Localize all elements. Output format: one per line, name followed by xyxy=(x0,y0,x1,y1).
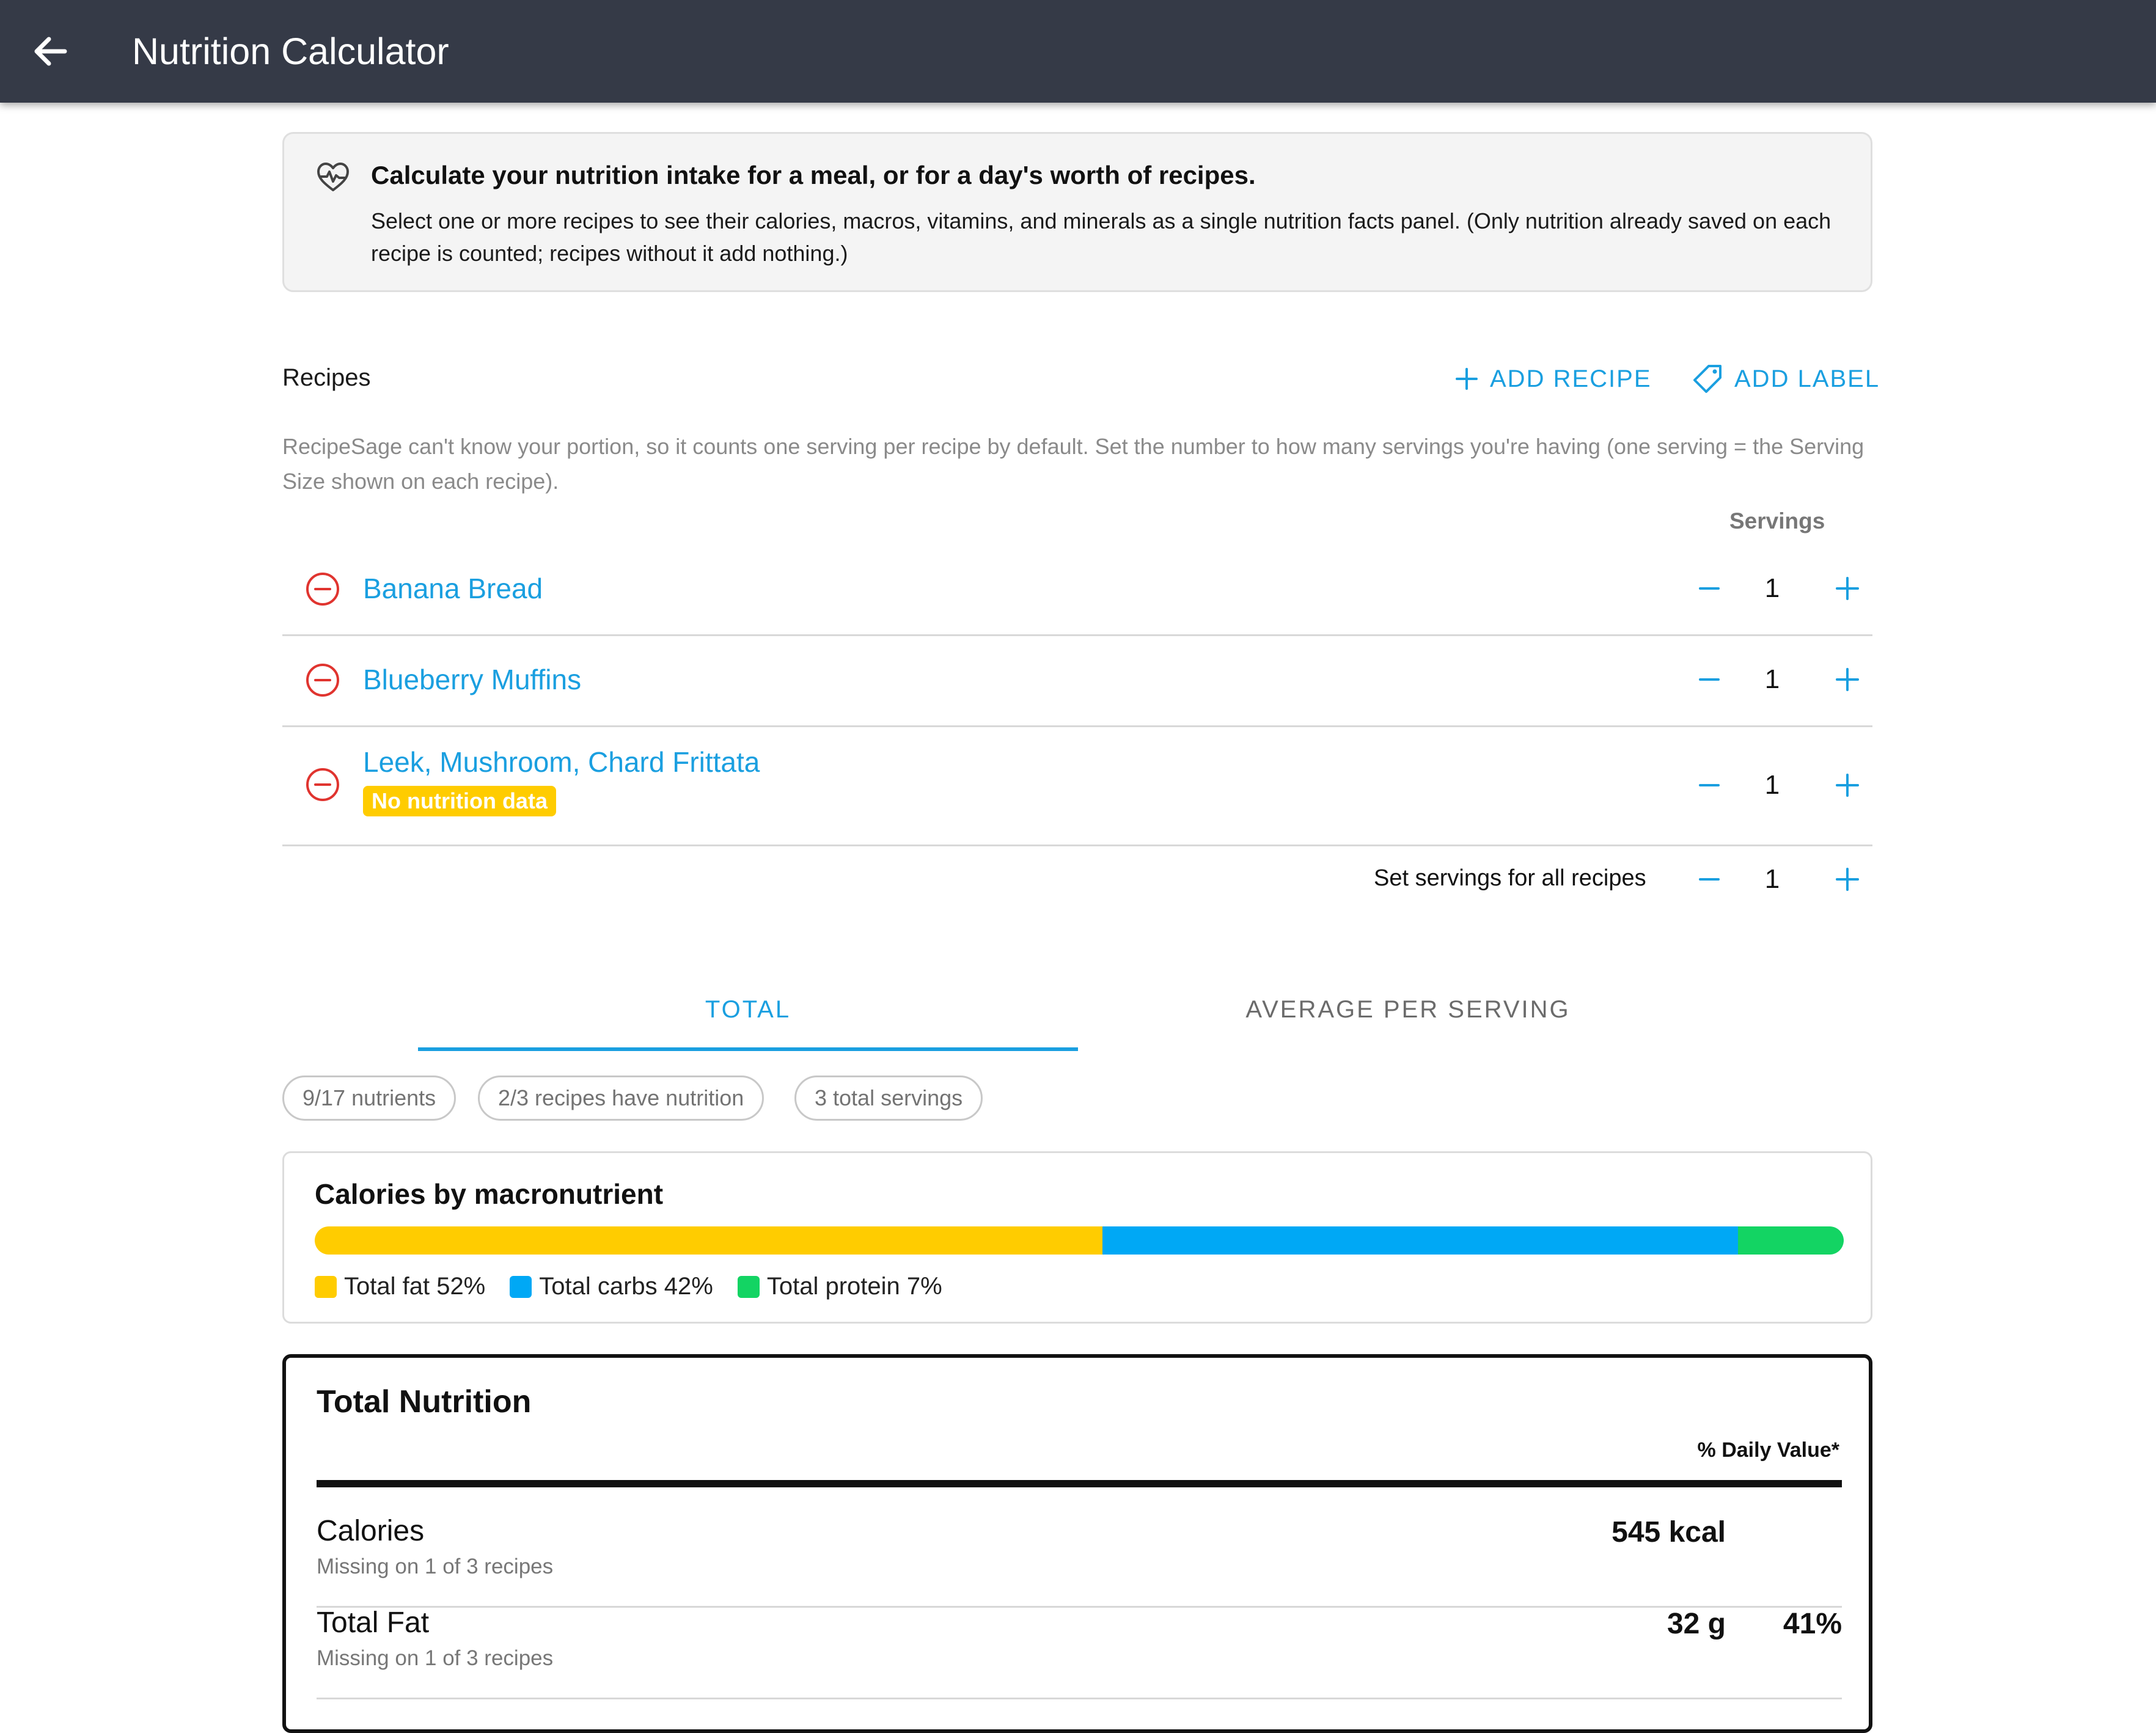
arrow-left-icon xyxy=(34,37,67,66)
recipes-nutrition-chip: 2/3 recipes have nutrition xyxy=(478,1075,765,1121)
all-servings-value[interactable]: 1 xyxy=(1754,864,1791,895)
recipes-label: Recipes xyxy=(282,364,371,391)
servings-header: Servings xyxy=(1729,508,1825,533)
add-label-text: ADD LABEL xyxy=(1734,365,1880,392)
tag-icon xyxy=(1693,365,1722,393)
info-heading: Calculate your nutrition intake for a me… xyxy=(371,161,1256,189)
add-recipe-button[interactable]: ADD RECIPE xyxy=(1454,361,1652,397)
plus-icon[interactable] xyxy=(1832,770,1863,801)
plus-icon[interactable] xyxy=(1832,573,1863,604)
carbs-swatch xyxy=(510,1275,532,1298)
macro-title: Calories by macronutrient xyxy=(315,1178,664,1210)
facts-title: Total Nutrition xyxy=(317,1384,532,1420)
tab-total[interactable]: TOTAL xyxy=(418,990,1078,1051)
recipe-row: Blueberry Muffins 1 xyxy=(282,636,1872,727)
remove-circle-icon[interactable] xyxy=(304,766,341,803)
legend-protein: Total protein 7% xyxy=(737,1273,942,1300)
legend-carbs-label: Total carbs 42% xyxy=(539,1273,713,1300)
servings-value[interactable]: 1 xyxy=(1754,770,1791,801)
macro-bar xyxy=(315,1226,1844,1255)
fact-amount: 545 kcal xyxy=(1612,1516,1726,1548)
recipe-name-link[interactable]: Leek, Mushroom, Chard Frittata xyxy=(363,746,760,779)
carbs-segment xyxy=(1102,1226,1739,1255)
info-card: Calculate your nutrition intake for a me… xyxy=(282,132,1872,292)
fact-amount: 32 g xyxy=(1667,1608,1726,1640)
fat-segment xyxy=(315,1226,1102,1255)
legend-protein-label: Total protein 7% xyxy=(766,1273,942,1300)
minus-icon[interactable] xyxy=(1694,864,1725,895)
fact-row-calories: Calories Missing on 1 of 3 recipes 545 k… xyxy=(317,1514,1842,1608)
add-label-button[interactable]: ADD LABEL xyxy=(1692,361,1880,397)
no-nutrition-badge: No nutrition data xyxy=(363,786,556,816)
remove-circle-icon[interactable] xyxy=(304,662,341,698)
fact-daily-value: 41% xyxy=(1783,1608,1842,1640)
servings-hint: RecipeSage can't know your portion, so i… xyxy=(282,434,1865,494)
minus-icon[interactable] xyxy=(1694,573,1725,604)
fact-missing-note: Missing on 1 of 3 recipes xyxy=(317,1646,554,1670)
fact-name: Total Fat xyxy=(317,1607,430,1639)
servings-value[interactable]: 1 xyxy=(1754,573,1791,604)
remove-circle-icon[interactable] xyxy=(304,571,341,607)
recipe-name-link[interactable]: Blueberry Muffins xyxy=(363,663,581,696)
fat-swatch xyxy=(315,1275,337,1298)
legend-fat-label: Total fat 52% xyxy=(344,1273,486,1300)
nutrition-facts-panel: Total Nutrition % Daily Value* Calories … xyxy=(282,1354,1872,1733)
daily-value-header: % Daily Value* xyxy=(1697,1438,1839,1462)
tab-average-per-serving[interactable]: AVERAGE PER SERVING xyxy=(1078,990,1738,1057)
plus-icon[interactable] xyxy=(1832,664,1863,695)
servings-value[interactable]: 1 xyxy=(1754,664,1791,695)
protein-swatch xyxy=(737,1275,760,1298)
back-button[interactable] xyxy=(26,27,75,76)
recipe-row: Banana Bread 1 xyxy=(282,550,1872,636)
recipe-name-link[interactable]: Banana Bread xyxy=(363,572,543,605)
add-recipe-label: ADD RECIPE xyxy=(1490,365,1652,392)
total-servings-chip: 3 total servings xyxy=(794,1075,983,1121)
fact-name: Calories xyxy=(317,1515,425,1547)
legend-carbs: Total carbs 42% xyxy=(510,1273,713,1300)
minus-icon[interactable] xyxy=(1694,664,1725,695)
legend-fat: Total fat 52% xyxy=(315,1273,485,1300)
info-text: Select one or more recipes to see their … xyxy=(371,208,1832,266)
macro-card: Calories by macronutrient Total fat 52% … xyxy=(282,1151,1872,1324)
page-title: Nutrition Calculator xyxy=(132,31,449,72)
nutrients-chip: 9/17 nutrients xyxy=(282,1075,457,1121)
top-toolbar: Nutrition Calculator xyxy=(0,0,2156,103)
plus-icon xyxy=(1456,368,1478,390)
plus-icon[interactable] xyxy=(1832,864,1863,895)
protein-segment xyxy=(1738,1226,1844,1255)
minus-icon[interactable] xyxy=(1694,770,1725,801)
fact-missing-note: Missing on 1 of 3 recipes xyxy=(317,1555,554,1578)
macro-legend: Total fat 52% Total carbs 42% Total prot… xyxy=(315,1273,967,1300)
heart-pulse-icon xyxy=(317,163,349,191)
fact-row-total-fat: Total Fat Missing on 1 of 3 recipes 32 g… xyxy=(317,1606,1842,1699)
facts-divider xyxy=(317,1480,1842,1487)
recipe-row: Leek, Mushroom, Chard Frittata No nutrit… xyxy=(282,727,1872,846)
all-servings-label: Set servings for all recipes xyxy=(1374,865,1646,891)
